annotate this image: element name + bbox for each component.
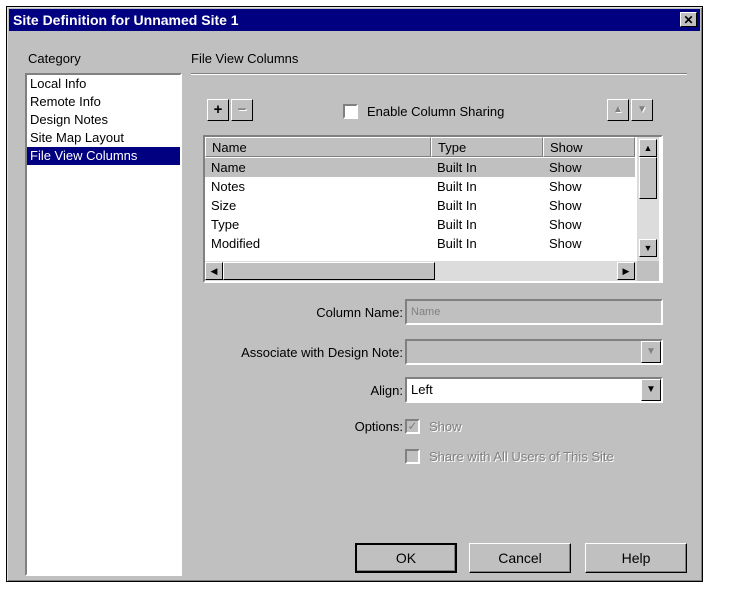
arrow-left-icon: ◀ [210,266,218,276]
checkmark-icon: ✓ [407,419,418,433]
dropdown-button[interactable]: ▼ [641,379,661,401]
align-select[interactable]: Left ▼ [405,377,663,403]
table-row[interactable]: Modified Built In Show [205,234,635,253]
column-name-label: Column Name: [316,305,403,320]
move-column-up-button[interactable]: ▲ [607,99,629,121]
cell-show: Show [549,179,582,194]
column-name-input[interactable]: Name [405,299,663,325]
cell-type: Built In [437,217,477,232]
category-item-site-map-layout[interactable]: Site Map Layout [27,129,180,147]
associate-design-note-label: Associate with Design Note: [241,345,403,360]
cell-name: Notes [211,179,245,194]
move-column-down-button[interactable]: ▼ [631,99,653,121]
vertical-scrollbar[interactable]: ▲ ▼ [637,137,659,261]
arrow-up-icon: ▲ [613,104,623,115]
align-value: Left [411,382,433,397]
chevron-down-icon: ▼ [646,384,656,395]
add-column-button[interactable]: + [207,99,229,121]
scroll-corner [637,261,659,281]
cell-show: Show [549,236,582,251]
enable-column-sharing-checkbox[interactable] [343,104,358,119]
options-label: Options: [354,419,403,434]
category-list[interactable]: Local Info Remote Info Design Notes Site… [25,73,182,576]
window-title: Site Definition for Unnamed Site 1 [13,12,239,28]
enable-column-sharing-label: Enable Column Sharing [367,104,505,119]
cell-show: Show [549,160,582,175]
cell-type: Built In [437,179,477,194]
horizontal-scrollbar[interactable]: ◀ ▶ [205,261,637,281]
table-row[interactable]: Name Built In Show [205,158,635,177]
column-header-name[interactable]: Name [205,137,431,157]
scroll-thumb-horizontal[interactable] [223,262,435,280]
remove-column-button[interactable]: − [231,99,253,121]
category-item-remote-info[interactable]: Remote Info [27,93,180,111]
minus-icon: − [237,101,247,118]
show-option-label: Show [429,419,462,434]
scroll-up-button[interactable]: ▲ [639,139,657,157]
cell-name: Modified [211,236,261,251]
scroll-down-button[interactable]: ▼ [639,239,657,257]
ok-button[interactable]: OK [355,543,457,573]
category-item-local-info[interactable]: Local Info [27,75,180,93]
title-bar[interactable]: Site Definition for Unnamed Site 1 ✕ [9,9,700,31]
cell-show: Show [549,198,582,213]
table-row[interactable]: Type Built In Show [205,215,635,234]
plus-icon: + [213,101,223,118]
share-option-checkbox[interactable] [405,449,420,464]
cell-name: Name [211,160,246,175]
cell-show: Show [549,217,582,232]
show-option-checkbox[interactable]: ✓ [405,419,420,434]
dropdown-button[interactable]: ▼ [641,341,661,363]
category-label: Category [28,51,81,66]
site-definition-dialog: Site Definition for Unnamed Site 1 ✕ Cat… [6,6,703,582]
columns-table[interactable]: Name Type Show Name Built In Show Notes … [203,135,663,283]
arrow-down-icon: ▼ [637,104,647,115]
panel-title: File View Columns [191,51,299,66]
cancel-button[interactable]: Cancel [469,543,571,573]
cell-name: Size [211,198,237,213]
column-header-type[interactable]: Type [431,137,543,157]
scroll-right-button[interactable]: ▶ [617,262,635,280]
close-icon: ✕ [683,13,694,27]
category-item-design-notes[interactable]: Design Notes [27,111,180,129]
panel-divider [191,73,687,75]
category-item-file-view-columns[interactable]: File View Columns [27,147,180,165]
chevron-down-icon: ▼ [646,346,656,357]
help-button[interactable]: Help [585,543,687,573]
arrow-down-icon: ▼ [643,243,653,253]
cell-type: Built In [437,236,477,251]
scroll-thumb[interactable] [639,157,657,199]
scroll-left-button[interactable]: ◀ [205,262,223,280]
table-row[interactable]: Size Built In Show [205,196,635,215]
cell-name: Type [211,217,240,232]
column-header-show[interactable]: Show [543,137,635,157]
cell-type: Built In [437,198,477,213]
table-row[interactable]: Notes Built In Show [205,177,635,196]
cell-type: Built In [437,160,477,175]
arrow-right-icon: ▶ [622,266,630,276]
align-label: Align: [370,383,403,398]
close-button[interactable]: ✕ [680,12,697,27]
arrow-up-icon: ▲ [643,143,653,153]
share-option-label: Share with All Users of This Site [429,449,614,464]
associate-design-note-select[interactable]: ▼ [405,339,663,365]
